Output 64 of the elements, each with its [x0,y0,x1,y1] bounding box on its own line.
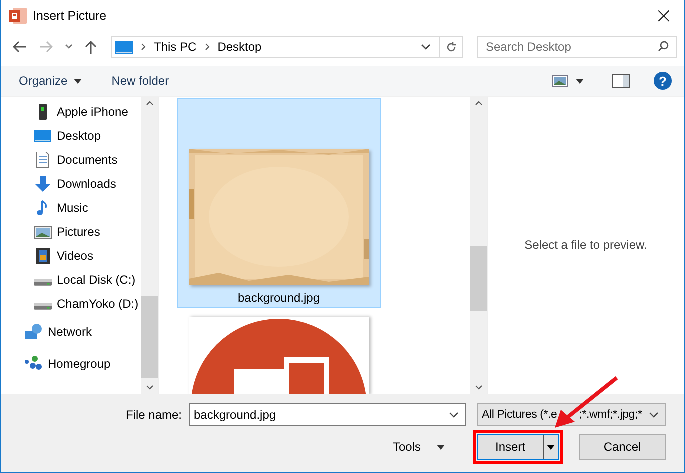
sidebar-item[interactable]: Apple iPhone [1,100,141,124]
view-icon[interactable] [552,75,568,87]
search-icon [658,41,669,52]
scroll-down-icon[interactable] [474,385,482,390]
file-name-label: File name: [126,408,182,422]
network-icon [25,324,43,340]
file-name-field[interactable]: background.jpg [189,403,466,426]
scrollbar[interactable] [141,97,158,394]
dropdown-icon[interactable] [449,412,459,418]
help-button[interactable]: ? [654,72,672,90]
scrollbar[interactable] [470,97,487,394]
downloads-icon [34,176,52,192]
drive-icon [34,302,52,310]
insert-button[interactable]: Insert [477,434,559,460]
caret-icon [437,444,445,450]
sidebar-item[interactable]: Documents [1,148,141,172]
sidebar-item[interactable]: Homegroup [1,348,141,380]
search-field[interactable]: Search Desktop [477,36,677,58]
monitor-icon [115,40,133,54]
tools-button[interactable]: Tools [386,439,451,455]
address-bar[interactable]: This PC Desktop [111,36,463,58]
scroll-thumb[interactable] [141,296,158,378]
sidebar-item[interactable]: Downloads [1,172,141,196]
breadcrumb[interactable]: Desktop [218,40,262,54]
caret-icon [74,78,82,84]
drive-icon [34,278,52,286]
new-folder-button[interactable]: New folder [106,70,176,92]
organize-button[interactable]: Organize [13,70,88,92]
close-button[interactable]: × [644,1,684,31]
file-tile[interactable]: background.jpg [177,98,381,308]
sidebar-item[interactable]: Pictures [1,220,141,244]
scroll-up-icon[interactable] [474,101,482,106]
chevron-icon[interactable] [65,44,73,50]
sidebar-item[interactable]: ChamYoko (D:) [1,292,141,316]
back-icon[interactable] [13,41,27,53]
sidebar-item[interactable]: Local Disk (C:) [1,268,141,292]
breadcrumb-separator-icon [141,43,146,51]
sidebar-item[interactable]: Videos [1,244,141,268]
cancel-button[interactable]: Cancel [579,434,666,460]
file-name: background.jpg [238,291,320,305]
dropdown-icon[interactable] [421,44,431,50]
refresh-icon [446,42,456,52]
dropdown-icon [649,412,659,418]
caret-icon[interactable] [576,78,584,84]
preview-pane-icon[interactable] [612,74,630,88]
breadcrumb[interactable]: This PC [154,40,197,54]
window-title: Insert Picture [33,9,107,23]
app-icon [9,8,27,24]
breadcrumb-separator-icon [204,43,210,51]
homegroup-icon [25,356,43,372]
sidebar-item[interactable]: Music [1,196,141,220]
preview-message: Select a file to preview. [524,238,648,252]
scroll-down-icon[interactable] [146,385,154,390]
caret-icon [547,444,555,450]
scroll-thumb[interactable] [470,246,487,311]
documents-icon [34,152,52,168]
sidebar-item[interactable]: Desktop [1,124,141,148]
file-type-dropdown[interactable]: All Pictures (*.e ;*.wmf;*.jpg;* [477,403,666,426]
videos-icon [34,248,52,264]
sidebar-item[interactable]: Network [1,316,141,348]
pictures-icon [34,224,52,240]
scroll-up-icon[interactable] [146,101,154,106]
desktop-icon [34,128,52,144]
up-icon[interactable] [85,40,97,54]
